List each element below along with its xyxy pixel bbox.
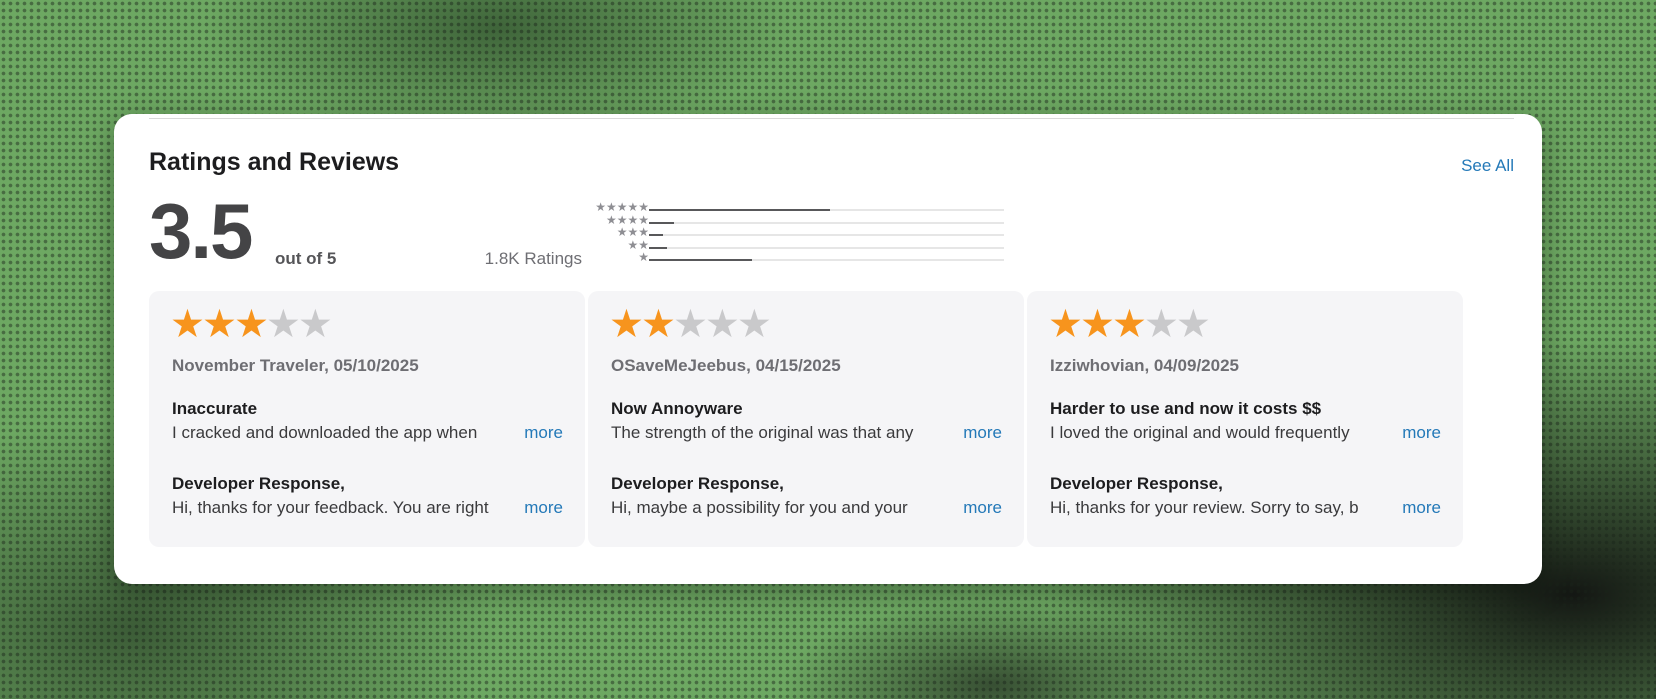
star-icon: ★ [1175, 303, 1211, 346]
review-title: Harder to use and now it costs $$ [1050, 399, 1322, 418]
histogram-stars-2: ★★ [627, 237, 649, 252]
response-more-link[interactable]: more [1402, 498, 1441, 518]
star-icon: ★ [201, 303, 237, 346]
star-icon: ★ [672, 303, 708, 346]
histogram-track [649, 221, 1004, 224]
developer-response-body: Hi, maybe a possibility for you and your [611, 498, 955, 518]
star-rating: ★★★★★ [170, 303, 333, 346]
review-more-link[interactable]: more [524, 423, 563, 443]
histogram-stars-3: ★★★ [616, 225, 649, 239]
ratings-count: 1.8K Ratings [484, 249, 582, 268]
star-icon: ★ [1048, 303, 1083, 346]
star-icon: ★ [1079, 303, 1115, 346]
star-icon: ★ [640, 303, 676, 346]
developer-response-label: Developer Response, [172, 474, 345, 493]
histogram-fill [649, 259, 752, 261]
star-icon: ★ [170, 303, 205, 346]
histogram-stars-4: ★★★★ [605, 212, 649, 227]
response-more-link[interactable]: more [524, 498, 563, 518]
review-body: I cracked and downloaded the app when [172, 423, 516, 443]
star-icon: ★ [233, 303, 269, 346]
review-card[interactable]: ★★★★★ OSaveMeJeebus, 04/15/2025 Now Anno… [588, 291, 1024, 547]
developer-response-body: Hi, thanks for your review. Sorry to say… [1050, 498, 1394, 518]
star-icon: ★ [609, 303, 644, 346]
average-rating: 3.5 [149, 187, 253, 275]
review-author-date: November Traveler, 05/10/2025 [172, 356, 419, 375]
review-author-date: Izziwhovian, 04/09/2025 [1050, 356, 1239, 375]
review-card[interactable]: ★★★★★ November Traveler, 05/10/2025 Inac… [149, 291, 585, 547]
histogram-row-1: ★ [576, 250, 1010, 266]
developer-response-label: Developer Response, [1050, 474, 1223, 493]
histogram-track [649, 259, 1004, 261]
star-rating: ★★★★★ [609, 303, 772, 346]
review-title: Inaccurate [172, 399, 258, 418]
review-card[interactable]: ★★★★★ Izziwhovian, 04/09/2025 Harder to … [1027, 291, 1463, 547]
star-icon: ★ [265, 303, 301, 346]
histogram-stars-5: ★★★★★ [595, 200, 649, 214]
star-icon: ★ [704, 303, 740, 346]
star-icon: ★ [1111, 303, 1147, 346]
review-title: Now Annoyware [611, 399, 743, 418]
histogram-stars-1: ★ [638, 250, 649, 264]
review-body: I loved the original and would frequentl… [1050, 423, 1394, 443]
review-more-link[interactable]: more [963, 423, 1002, 443]
star-icon: ★ [736, 303, 772, 346]
divider [149, 118, 1514, 119]
star-icon: ★ [297, 303, 333, 346]
see-all-link[interactable]: See All [1461, 156, 1514, 176]
review-more-link[interactable]: more [1402, 423, 1441, 443]
review-author-date: OSaveMeJeebus, 04/15/2025 [611, 356, 841, 375]
histogram-track [649, 209, 1004, 211]
star-icon: ★ [1143, 303, 1179, 346]
response-more-link[interactable]: more [963, 498, 1002, 518]
section-title: Ratings and Reviews [149, 148, 400, 176]
out-of-label: out of 5 [275, 249, 337, 268]
star-rating: ★★★★★ [1048, 303, 1211, 346]
histogram-fill [649, 234, 664, 236]
histogram-fill [649, 246, 667, 249]
review-body: The strength of the original was that an… [611, 423, 955, 443]
histogram-track [649, 246, 1004, 249]
histogram-track [649, 234, 1004, 236]
rating-histogram: ★★★★★ ★★★★ ★★★ ★★ ★ [576, 200, 1010, 266]
histogram-fill [649, 221, 674, 224]
developer-response-label: Developer Response, [611, 474, 784, 493]
ratings-card: Ratings and Reviews See All 3.5 out of 5… [114, 114, 1542, 584]
developer-response-body: Hi, thanks for your feedback. You are ri… [172, 498, 516, 518]
histogram-fill [649, 209, 831, 211]
